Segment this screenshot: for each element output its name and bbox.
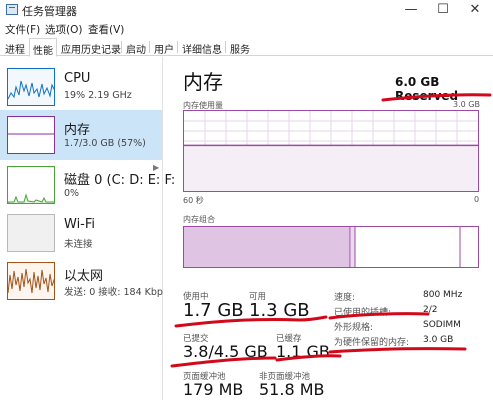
tab-bar: 进程 性能 应用历史记录 启动 用户 详细信息 服务 <box>0 38 493 57</box>
menu-options[interactable]: 选项(O) <box>45 22 82 37</box>
ethernet-thumbnail-graph <box>7 262 55 300</box>
info-hw-reserved-value: 3.0 GB <box>423 335 454 345</box>
nonpaged-pool-value: 51.8 MB <box>259 380 325 399</box>
paged-pool-value: 179 MB <box>183 380 244 399</box>
tab-separator <box>149 41 150 53</box>
tab-services[interactable]: 服务 <box>227 40 253 56</box>
menu-file[interactable]: 文件(F) <box>5 22 40 37</box>
cached-value: 1.1 GB <box>276 342 330 361</box>
tab-separator <box>177 41 178 53</box>
in-use-value: 1.7 GB <box>183 300 244 321</box>
tab-separator <box>121 41 122 53</box>
memory-usage-fill <box>184 145 478 191</box>
tab-startup[interactable]: 启动 <box>123 40 149 56</box>
sidebar-item-ethernet[interactable]: 以太网 发送: 0 接收: 184 Kbp <box>0 256 163 306</box>
page-title: 内存 <box>183 70 223 94</box>
sidebar-item-memory[interactable]: 内存 1.7/3.0 GB (57%) <box>0 110 162 160</box>
task-manager-icon <box>6 4 18 15</box>
tab-app-history[interactable]: 应用历史记录 <box>58 40 124 56</box>
available-value: 1.3 GB <box>249 300 310 321</box>
sidebar-disk-subtitle: 0% <box>64 188 80 199</box>
underline-hw-reserved <box>328 347 467 354</box>
performance-sidebar: CPU 19% 2.19 GHz 内存 1.7/3.0 GB (57%) 磁盘 … <box>0 57 175 400</box>
time-axis-left: 60 秒 <box>183 196 204 205</box>
time-axis-right: 0 <box>474 195 480 204</box>
disk-thumbnail-graph <box>7 166 55 204</box>
info-form-factor-key: 外形规格: <box>334 323 374 333</box>
reserved-memory-text: 6.0 GB Reserved <box>395 75 459 103</box>
info-slots-key: 已使用的插槽: <box>334 308 392 318</box>
sidebar-item-wifi[interactable]: Wi-Fi 未连接 <box>0 208 162 258</box>
tab-separator <box>225 41 226 53</box>
info-slots-value: 2/2 <box>423 305 438 315</box>
info-form-factor-value: SODIMM <box>423 320 461 330</box>
info-speed-key: 速度: <box>334 293 356 303</box>
memory-composition-bar <box>183 226 479 268</box>
maximize-button[interactable]: ☐ <box>428 0 458 20</box>
memory-thumbnail-graph <box>7 116 55 154</box>
sidebar-ethernet-title: 以太网 <box>64 269 104 284</box>
tab-details[interactable]: 详细信息 <box>179 40 225 56</box>
sidebar-wifi-subtitle: 未连接 <box>64 239 93 250</box>
sidebar-scroll-arrow-icon[interactable]: ▶ <box>153 163 159 172</box>
committed-value: 3.8/4.5 GB <box>183 342 268 361</box>
memory-usage-graph <box>183 110 479 192</box>
sidebar-item-disk[interactable]: 磁盘 0 (C: D: E: F: 0% <box>0 160 175 210</box>
title-bar: 任务管理器 — ☐ ✕ <box>0 0 493 20</box>
memory-composition-label: 内存组合 <box>183 215 215 224</box>
sidebar-ethernet-subtitle: 发送: 0 接收: 184 Kbp <box>64 287 163 298</box>
window-title: 任务管理器 <box>22 5 77 18</box>
sidebar-cpu-subtitle: 19% 2.19 GHz <box>64 90 132 101</box>
tab-processes[interactable]: 进程 <box>2 40 28 56</box>
composition-standby-segment <box>356 227 460 267</box>
tab-performance[interactable]: 性能 <box>29 38 57 57</box>
menu-bar: 文件(F) 选项(O) 查看(V) <box>0 20 493 37</box>
sidebar-wifi-title: Wi-Fi <box>64 217 96 232</box>
sidebar-cpu-title: CPU <box>64 71 91 86</box>
memory-usage-max: 3.0 GB <box>453 100 480 109</box>
menu-view[interactable]: 查看(V) <box>88 22 124 37</box>
minimize-button[interactable]: — <box>396 0 426 20</box>
close-button[interactable]: ✕ <box>460 0 490 20</box>
composition-in-use-segment <box>184 227 350 267</box>
memory-usage-graph-svg <box>184 111 478 191</box>
wifi-thumbnail-graph <box>7 214 55 252</box>
sidebar-memory-title: 内存 <box>64 123 91 138</box>
cpu-thumbnail-graph <box>7 68 55 106</box>
info-speed-value: 800 MHz <box>423 290 463 300</box>
composition-modified-segment <box>351 227 355 267</box>
info-hw-reserved-key: 为硬件保留的内存: <box>334 338 410 348</box>
tab-users[interactable]: 用户 <box>151 40 177 56</box>
sidebar-item-cpu[interactable]: CPU 19% 2.19 GHz <box>0 62 162 112</box>
sidebar-memory-subtitle: 1.7/3.0 GB (57%) <box>64 138 146 149</box>
